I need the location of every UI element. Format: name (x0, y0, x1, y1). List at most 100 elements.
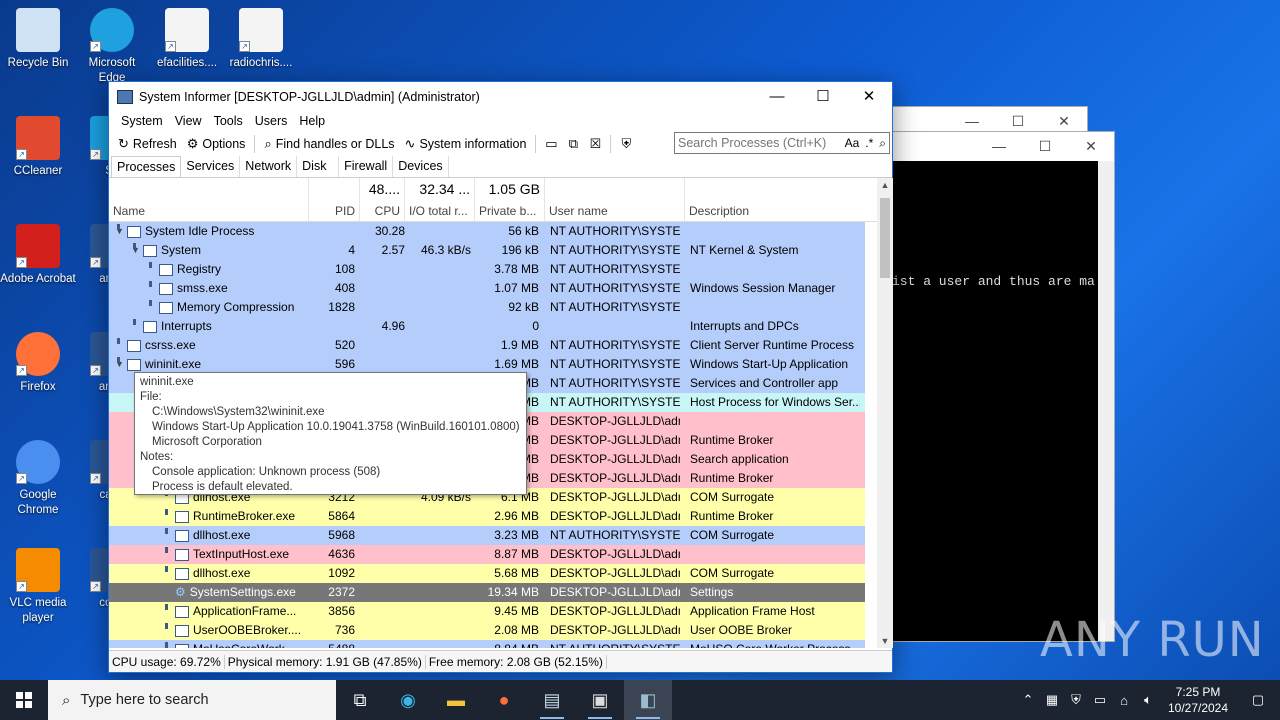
desktop-icon[interactable]: ↗ Microsoft Edge (74, 8, 150, 86)
console-scrollbar[interactable] (1098, 161, 1114, 641)
process-row[interactable]: TextInputHost.exe 4636 8.87 MB DESKTOP-JGLL… (109, 545, 865, 564)
process-row[interactable]: UserOOBEBroker.... 736 2.08 MB DESKTOP-JGLL… (109, 621, 865, 640)
process-row[interactable]: dllhost.exe 5968 3.23 MB NT AUTHORITY\SYSTE… (109, 526, 865, 545)
notification-icon[interactable]: ▢ (1236, 692, 1280, 708)
column-io[interactable]: 32.34 ... I/O total r... (405, 178, 475, 222)
window-find-icon[interactable]: ⧉ (562, 136, 584, 152)
tab-processes[interactable]: Processes (111, 156, 182, 177)
menu-users[interactable]: Users (249, 112, 294, 132)
process-row[interactable]: csrss.exe 520 1.9 MB NT AUTHORITY\SYSTEM Cli… (109, 336, 865, 355)
process-icon (175, 510, 189, 523)
vertical-scrollbar[interactable]: ▲ ▼ (877, 178, 893, 648)
edge-taskbar-icon[interactable]: ◉ (384, 680, 432, 720)
tab-network[interactable]: Network (240, 156, 298, 177)
process-row[interactable]: smss.exe 408 1.07 MB NT AUTHORITY\SYSTEM Win… (109, 279, 865, 298)
process-icon (175, 643, 189, 648)
terminate-icon[interactable]: ☒ (584, 136, 606, 152)
scroll-thumb[interactable] (880, 198, 890, 278)
scroll-up-icon[interactable]: ▲ (877, 180, 893, 190)
desktop-icon[interactable]: ↗ Adobe Acrobat (0, 224, 76, 287)
tab-firewall[interactable]: Firewall (339, 156, 394, 177)
desktop-icon[interactable]: ↗ efacilities.... (149, 8, 225, 71)
process-row[interactable]: Interrupts 4.96 0 Interrupts and DPCs (109, 317, 865, 336)
desktop-icon-label: Google Chrome (17, 489, 59, 516)
column-user[interactable]: User name (545, 178, 685, 222)
minimize-button[interactable]: — (754, 82, 800, 112)
file-explorer-icon[interactable]: ▬ (432, 680, 480, 720)
tooltip-file-label: File: (140, 391, 162, 403)
volume-icon[interactable]: 🔈︎ (1136, 692, 1160, 708)
task-view-icon[interactable]: ⧉ (336, 680, 384, 720)
desktop-icon[interactable]: ↗ Google Chrome (0, 440, 76, 518)
process-name: TextInputHost.exe (193, 547, 290, 561)
chevron-up-icon[interactable]: ⌃ (1016, 692, 1040, 708)
options-button[interactable]: ⚙ Options (182, 136, 251, 152)
network-icon[interactable]: ⌂ (1112, 693, 1136, 708)
process-row[interactable]: ApplicationFrame... 3856 9.45 MB DESKTOP-JG… (109, 602, 865, 621)
system-informer-taskbar-icon[interactable]: ▤ (528, 680, 576, 720)
menu-system[interactable]: System (115, 112, 169, 132)
desktop-icon[interactable]: ↗ VLC media player (0, 548, 76, 626)
vlc-icon: ↗ (16, 548, 60, 592)
menu-tools[interactable]: Tools (208, 112, 249, 132)
column-private[interactable]: 1.05 GB Private b... (475, 178, 545, 222)
process-private-bytes: 8.87 MB (494, 547, 539, 561)
column-cpu[interactable]: 48.... CPU (360, 178, 405, 222)
search-icon[interactable]: ⌕ (876, 136, 889, 151)
case-toggle[interactable]: Aa (842, 136, 863, 150)
tooltip-path: C:\Windows\System32\wininit.exe (152, 406, 325, 418)
process-row[interactable]: MoUsoCoreWork...5488 8.84 MB NT AUTHORITY\… (109, 640, 865, 648)
menu-help[interactable]: Help (293, 112, 331, 132)
process-row[interactable]: ⚙ SystemSettings.exe 2372 19.34 MB DESKTOP-J… (109, 583, 865, 602)
process-name-cell: Interrupts (131, 317, 305, 336)
close-button[interactable]: ✕ (846, 82, 892, 112)
security-icon[interactable]: ⛨ (1064, 692, 1088, 708)
process-row[interactable]: Registry 108 3.78 MB NT AUTHORITY\SYSTEM (109, 260, 865, 279)
scroll-down-icon[interactable]: ▼ (877, 636, 893, 646)
search-input[interactable] (675, 136, 842, 150)
title-bar[interactable]: System Informer [DESKTOP-JGLLJLD\admin] … (109, 82, 892, 112)
desktop-icon[interactable]: Recycle Bin (0, 8, 76, 71)
close-icon[interactable]: ✕ (1068, 132, 1114, 160)
menu-view[interactable]: View (169, 112, 208, 132)
tab-disk[interactable]: Disk (297, 156, 340, 177)
console-output: ist a user and thus are ma (892, 161, 1098, 641)
firefox-taskbar-icon[interactable]: ● (480, 680, 528, 720)
desktop-icon[interactable]: ↗ radiochris.... (223, 8, 299, 71)
process-row[interactable]: dllhost.exe 1092 5.68 MB DESKTOP-JGLLJLD\ad… (109, 564, 865, 583)
tab-devices[interactable]: Devices (393, 156, 449, 177)
column-description[interactable]: Description (685, 178, 877, 222)
shield-icon[interactable]: ⛨ (615, 136, 637, 152)
process-row[interactable]: ▼ System 4 2.57 46.3 kB/s 196 kB NT AUTHORITY\… (109, 241, 865, 260)
terminal-taskbar-icon[interactable]: ▣ (576, 680, 624, 720)
process-icon (143, 244, 157, 257)
minimize-icon[interactable]: — (976, 132, 1022, 160)
clock[interactable]: 7:25 PM 10/27/2024 (1160, 684, 1236, 716)
display-icon[interactable]: ▭ (1088, 692, 1112, 708)
system-information-button[interactable]: ∿ System information (400, 136, 532, 152)
desktop-icon[interactable]: ↗ CCleaner (0, 116, 76, 179)
maximize-icon[interactable]: ☐ (1022, 132, 1068, 160)
ccleaner-icon: ↗ (16, 116, 60, 160)
system-informer-active-icon[interactable]: ◧ (624, 680, 672, 720)
tab-services[interactable]: Services (181, 156, 241, 177)
refresh-button[interactable]: ↻ Refresh (113, 136, 182, 152)
find-handles-button[interactable]: ⌕ Find handles or DLLs (259, 136, 399, 152)
window-icon[interactable]: ▭ (540, 136, 562, 152)
search-box[interactable]: Aa .* ⌕ (674, 132, 890, 154)
column-name[interactable]: Name (109, 178, 309, 222)
column-pid[interactable]: PID (309, 178, 360, 222)
process-user: NT AUTHORITY\SYSTEM (550, 224, 680, 238)
process-row[interactable]: RuntimeBroker.exe 5864 2.96 MB DESKTOP-JGLL… (109, 507, 865, 526)
taskbar-search[interactable]: ⌕ Type here to search (48, 680, 336, 720)
start-button[interactable] (0, 680, 48, 720)
process-pid: 520 (334, 338, 355, 352)
process-row[interactable]: ▼ System Idle Process 30.28 56 kB NT AUTHORI… (109, 222, 865, 241)
regex-icon[interactable]: .* (862, 136, 876, 150)
process-name: RuntimeBroker.exe (193, 509, 296, 523)
desktop-icon[interactable]: ↗ Firefox (0, 332, 76, 395)
network-device-icon[interactable]: ▦ (1040, 692, 1064, 708)
process-description: Host Process for Windows Ser... (690, 395, 860, 409)
process-row[interactable]: Memory Compression 1828 92 kB NT AUTHORITY\… (109, 298, 865, 317)
maximize-button[interactable]: ☐ (800, 82, 846, 112)
